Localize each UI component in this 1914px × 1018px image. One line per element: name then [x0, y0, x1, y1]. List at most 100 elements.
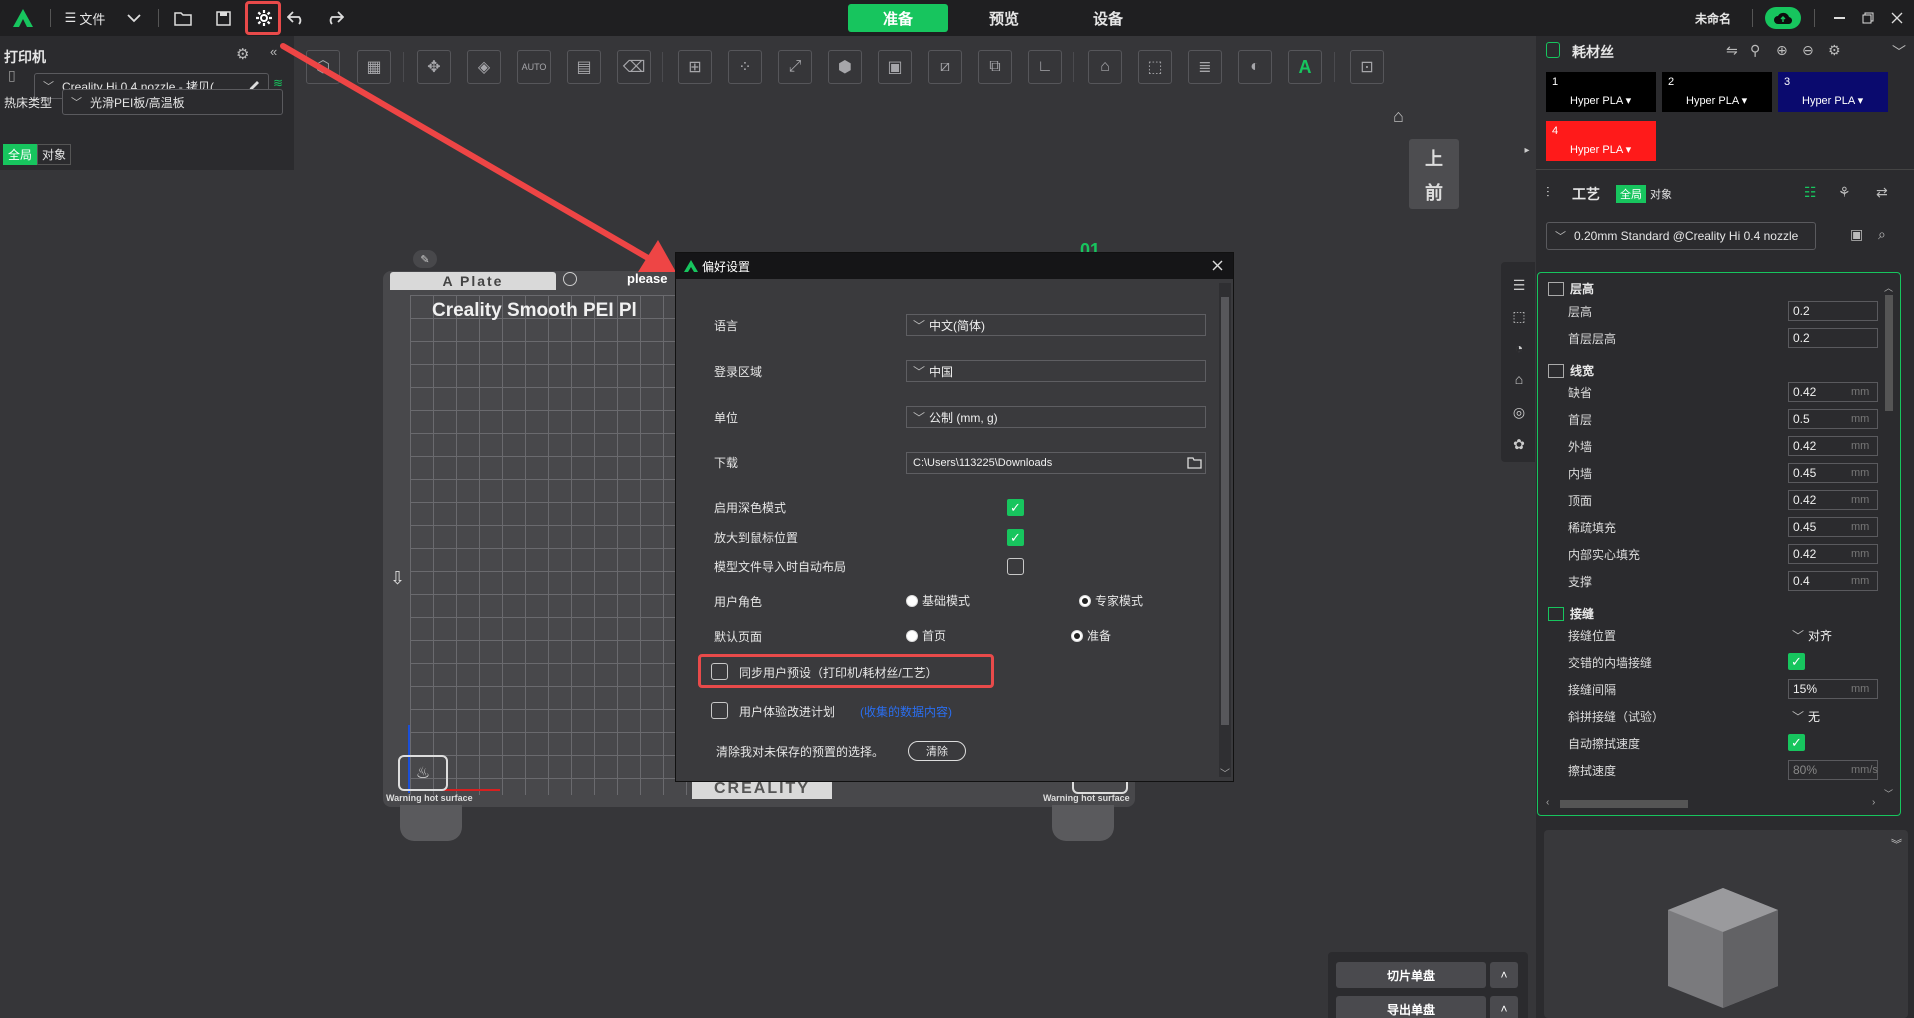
- region-select[interactable]: ﹀ 中国: [906, 360, 1206, 382]
- clear-button[interactable]: 清除: [908, 741, 966, 761]
- text-tool-icon[interactable]: A: [1288, 50, 1322, 84]
- close-window-icon[interactable]: [1886, 0, 1908, 36]
- seam-position-select[interactable]: ﹀ 对齐: [1788, 625, 1878, 645]
- dark-mode-checkbox[interactable]: ✓: [1007, 499, 1024, 516]
- prop-input[interactable]: 15% mm: [1788, 679, 1878, 699]
- tab-prepare[interactable]: 准备: [848, 4, 948, 32]
- auto-arrange-icon[interactable]: AUTO: [517, 50, 551, 84]
- add-model-icon[interactable]: ⬡: [306, 50, 340, 84]
- role-expert-radio[interactable]: 专家模式: [1079, 592, 1143, 609]
- language-select[interactable]: ﹀ 中文(简体): [906, 314, 1206, 336]
- search-icon[interactable]: ⌕: [1878, 226, 1886, 243]
- prop-input[interactable]: 0.42 mm: [1788, 436, 1878, 456]
- ux-program-checkbox[interactable]: [711, 702, 728, 719]
- list-view-icon[interactable]: ☷: [1804, 184, 1817, 201]
- creality-logo-icon[interactable]: [8, 0, 38, 36]
- speed-icon[interactable]: ◔: [1507, 336, 1531, 360]
- process-scope-object[interactable]: 对象: [1646, 185, 1676, 203]
- prop-input[interactable]: 80% mm/s: [1788, 760, 1878, 780]
- paint-icon[interactable]: ⚘: [1838, 184, 1851, 201]
- prop-input[interactable]: 0.5 mm: [1788, 409, 1878, 429]
- printer-settings-icon[interactable]: ⚙: [236, 45, 249, 63]
- prop-input[interactable]: 0.2: [1788, 301, 1878, 321]
- dialog-close-icon[interactable]: [1209, 257, 1225, 273]
- filament-slot-4[interactable]: 4 Hyper PLA ▾: [1546, 121, 1656, 161]
- chevron-down-icon[interactable]: [124, 0, 144, 36]
- ux-program-link[interactable]: (收集的数据内容): [860, 703, 952, 720]
- filament-slot-1[interactable]: 1 Hyper PLA ▾: [1546, 72, 1656, 112]
- prop-input[interactable]: 0.45 mm: [1788, 517, 1878, 537]
- restore-icon[interactable]: [1857, 0, 1879, 36]
- sync-presets-checkbox[interactable]: [711, 663, 728, 680]
- filament-settings-icon[interactable]: ⚙: [1828, 42, 1841, 59]
- slice-options-icon[interactable]: ˄: [1490, 962, 1518, 988]
- properties-scroll-thumb[interactable]: [1885, 295, 1893, 411]
- role-basic-radio[interactable]: 基础模式: [906, 592, 970, 609]
- cube-icon[interactable]: ⬢: [828, 50, 862, 84]
- camera-icon[interactable]: ◎: [1507, 400, 1531, 424]
- hollow-icon[interactable]: ▣: [878, 50, 912, 84]
- scope-global-button[interactable]: 全局: [3, 143, 38, 165]
- expand-preview-icon[interactable]: ︾: [1891, 836, 1902, 852]
- plate-edit-icon[interactable]: ✎: [413, 250, 437, 268]
- object-list-icon[interactable]: ☰: [1507, 273, 1531, 297]
- seam-paint-icon[interactable]: ⬚: [1138, 50, 1172, 84]
- expand-right-icon[interactable]: ▸: [1519, 138, 1535, 162]
- scroll-left-icon[interactable]: ‹: [1546, 797, 1549, 808]
- prop-input[interactable]: 0.42 mm: [1788, 490, 1878, 510]
- home-view-icon[interactable]: ⌂: [1393, 106, 1404, 127]
- select-region-icon[interactable]: ⬚: [1507, 304, 1531, 328]
- prop-input[interactable]: 0.45 mm: [1788, 463, 1878, 483]
- collapse-panel-icon[interactable]: «: [270, 44, 277, 59]
- scroll-down-icon[interactable]: ﹀: [1884, 787, 1893, 800]
- compare-icon[interactable]: ⇄: [1876, 184, 1888, 201]
- prop-input[interactable]: 0.42 mm: [1788, 382, 1878, 402]
- staggered-seam-checkbox[interactable]: ✓: [1788, 653, 1805, 670]
- support-icon[interactable]: ⌂: [1507, 367, 1531, 391]
- undo-icon[interactable]: [284, 0, 308, 36]
- eraser-icon[interactable]: ⌫: [617, 50, 651, 84]
- prop-input[interactable]: 0.42 mm: [1788, 544, 1878, 564]
- bed-type-select[interactable]: ﹀ 光滑PEI板/高温板: [62, 89, 283, 115]
- split-parts-icon[interactable]: ⁘: [728, 50, 762, 84]
- dialog-scrollbar[interactable]: ﹀: [1219, 283, 1231, 780]
- fan-icon[interactable]: ✿: [1507, 432, 1531, 456]
- unit-select[interactable]: ﹀ 公制 (mm, g): [906, 406, 1206, 428]
- arrange-icon[interactable]: ▤: [567, 50, 601, 84]
- scarf-seam-select[interactable]: ﹀ 无: [1788, 706, 1878, 726]
- prop-input[interactable]: 0.4 mm: [1788, 571, 1878, 591]
- view-cube[interactable]: 上 前: [1409, 139, 1459, 209]
- redo-icon[interactable]: [323, 0, 347, 36]
- scroll-up-icon[interactable]: ︿: [1884, 281, 1893, 294]
- cut-icon[interactable]: ⧄: [928, 50, 962, 84]
- dialog-scroll-thumb[interactable]: [1221, 297, 1229, 725]
- boolean-icon[interactable]: ⧉: [978, 50, 1012, 84]
- process-scope-global[interactable]: 全局: [1616, 185, 1646, 203]
- properties-hscrollbar[interactable]: ‹ ›: [1546, 797, 1882, 811]
- auto-orient-icon[interactable]: ◈: [467, 50, 501, 84]
- scroll-down-icon[interactable]: ﹀: [1220, 765, 1230, 780]
- properties-hscroll-thumb[interactable]: [1560, 800, 1688, 808]
- auto-wipe-checkbox[interactable]: ✓: [1788, 734, 1805, 751]
- orient-icon[interactable]: ✥: [417, 50, 451, 84]
- color-paint-icon[interactable]: ◐: [1238, 50, 1272, 84]
- export-plate-button[interactable]: 导出单盘: [1336, 996, 1486, 1018]
- view-cube-top[interactable]: 上: [1409, 145, 1459, 171]
- download-path-input[interactable]: C:\Users\113225\Downloads: [906, 452, 1206, 474]
- filament-spool-icon[interactable]: ⚲: [1750, 42, 1760, 59]
- add-filament-icon[interactable]: ⊕: [1776, 42, 1788, 59]
- plate-lock-icon[interactable]: [563, 272, 577, 286]
- properties-vscrollbar[interactable]: ︿ ﹀: [1882, 281, 1896, 801]
- page-home-radio[interactable]: 首页: [906, 627, 946, 644]
- assembly-view-icon[interactable]: ⊡: [1350, 50, 1384, 84]
- view-cube-front[interactable]: 前: [1409, 179, 1459, 205]
- export-options-icon[interactable]: ˄: [1490, 996, 1518, 1018]
- tab-device[interactable]: 设备: [1058, 4, 1158, 32]
- scroll-right-icon[interactable]: ›: [1872, 797, 1875, 808]
- scale-icon[interactable]: ⤢: [778, 50, 812, 84]
- measure-icon[interactable]: ∟: [1028, 50, 1062, 84]
- scope-object-button[interactable]: 对象: [37, 143, 72, 165]
- open-folder-icon[interactable]: [172, 0, 194, 36]
- cloud-upload-icon[interactable]: [1764, 0, 1802, 36]
- split-objects-icon[interactable]: ⊞: [678, 50, 712, 84]
